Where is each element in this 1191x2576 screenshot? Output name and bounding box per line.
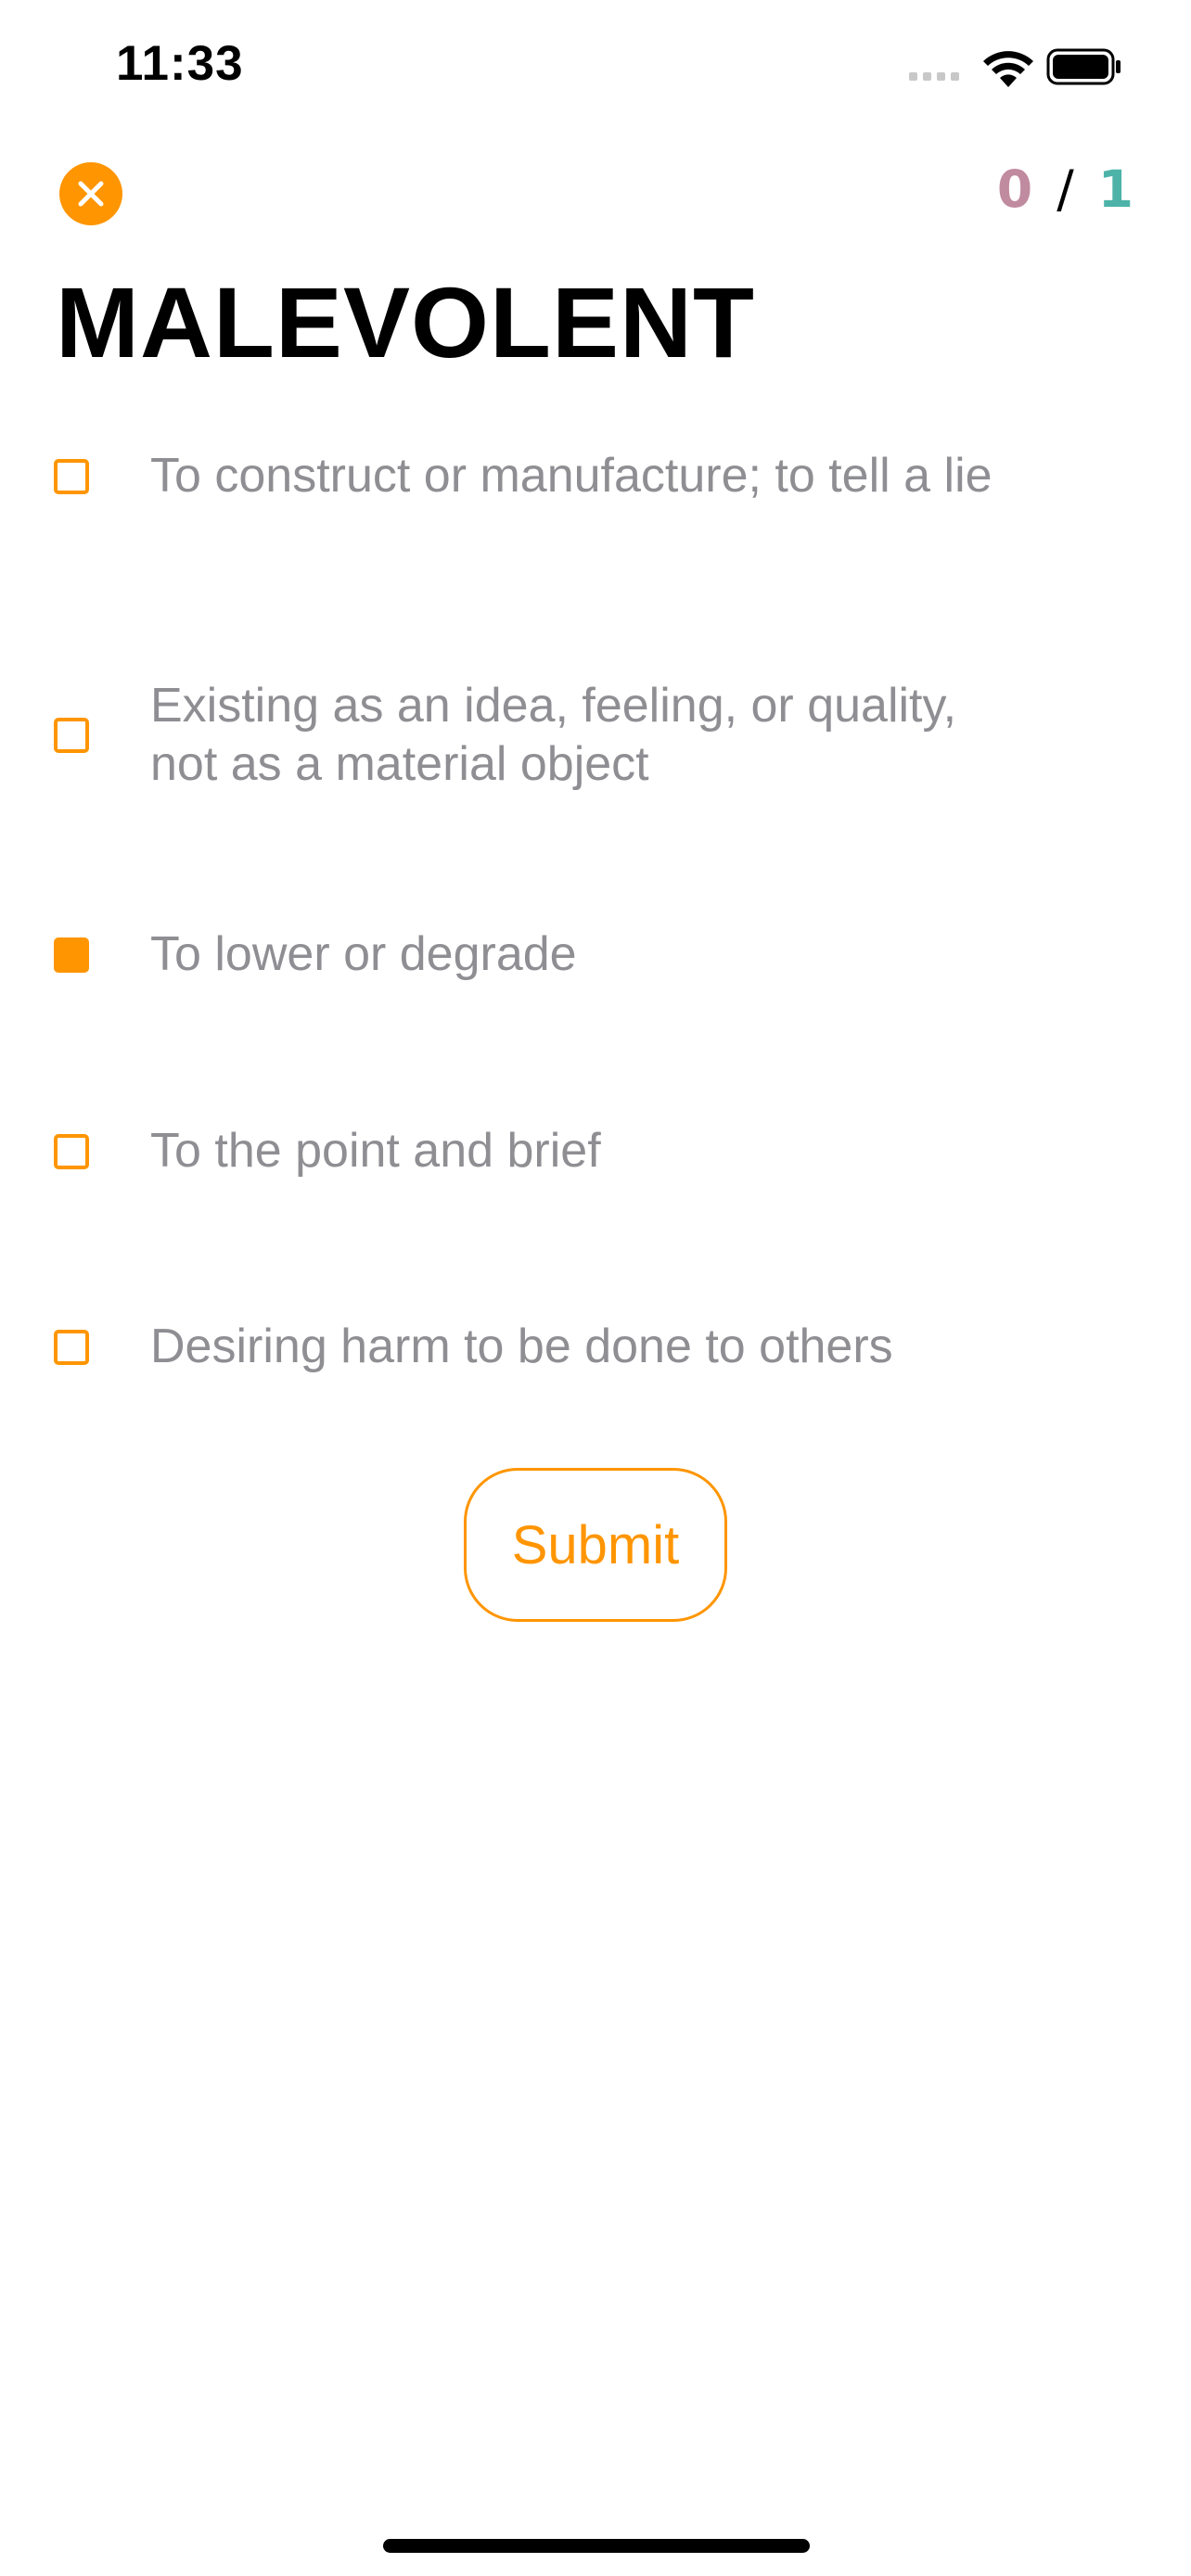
status-time: 11:33 bbox=[116, 36, 244, 91]
home-indicator[interactable] bbox=[383, 2539, 810, 2553]
option-text: To lower or degrade bbox=[150, 927, 577, 981]
option-checkbox[interactable] bbox=[54, 1329, 89, 1365]
answer-option-1[interactable]: To construct or manufacture; to tell a l… bbox=[54, 447, 1000, 505]
option-text: To the point and brief bbox=[150, 1124, 601, 1178]
cellular-signal-icon bbox=[909, 72, 959, 81]
score-wrong-count: 0 bbox=[996, 159, 1033, 219]
answer-option-3[interactable]: To lower or degrade bbox=[54, 925, 1000, 984]
wifi-icon bbox=[983, 51, 1033, 87]
close-icon bbox=[78, 181, 104, 207]
option-text: Existing as an idea, feeling, or quality… bbox=[150, 679, 957, 791]
close-button[interactable] bbox=[59, 162, 122, 225]
option-text: Desiring harm to be done to others bbox=[150, 1320, 893, 1373]
submit-button[interactable]: Submit bbox=[464, 1468, 727, 1622]
option-checkbox[interactable] bbox=[54, 718, 89, 753]
score-counter: 0 / 1 bbox=[997, 159, 1133, 219]
option-checkbox[interactable] bbox=[54, 458, 89, 494]
answer-option-2[interactable]: Existing as an idea, feeling, or quality… bbox=[54, 677, 1000, 794]
answer-option-4[interactable]: To the point and brief bbox=[54, 1122, 1000, 1180]
option-checkbox-checked[interactable] bbox=[54, 937, 89, 973]
option-text: To construct or manufacture; to tell a l… bbox=[150, 449, 992, 503]
score-right-count: 1 bbox=[1097, 159, 1133, 219]
answer-option-5[interactable]: Desiring harm to be done to others bbox=[54, 1318, 1000, 1376]
battery-icon bbox=[1046, 48, 1121, 85]
quiz-word: MALEVOLENT bbox=[56, 266, 755, 378]
score-separator: / bbox=[1057, 159, 1074, 219]
option-checkbox[interactable] bbox=[54, 1133, 89, 1169]
